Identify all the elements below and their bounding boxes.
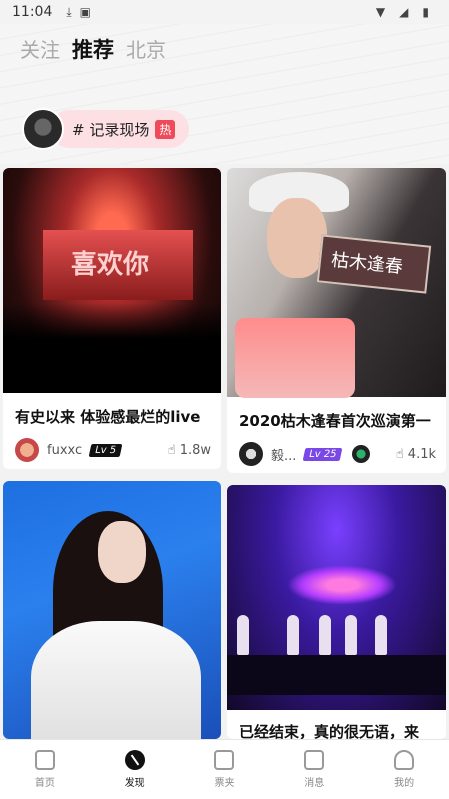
like-count: 4.1k: [407, 446, 436, 462]
topic-avatar: [22, 108, 64, 150]
outfit: [235, 318, 355, 398]
wifi-icon: ▼: [375, 5, 386, 19]
level-badge: Lv 25: [303, 447, 344, 461]
crowd: [3, 303, 221, 393]
feed-tabs: 关注 推荐 北京: [20, 34, 166, 64]
nav-tickets[interactable]: 票夹: [180, 740, 270, 799]
sign: 枯木逢春: [316, 234, 432, 294]
card-meta: 毅... Lv 25 ☝ 4.1k: [239, 442, 436, 466]
stage-light: [287, 565, 397, 605]
hot-badge: 热: [155, 119, 176, 139]
status-bar: 11:04 ⤓ ▣ ▼ ◢ ▮: [0, 0, 449, 24]
profile-icon: [394, 750, 415, 770]
signal-icon: ◢: [399, 5, 409, 19]
card-image: [3, 481, 221, 739]
screen-text: 喜欢你: [71, 250, 150, 280]
card-image: [227, 485, 446, 710]
likes[interactable]: ☝ 4.1k: [396, 447, 436, 462]
compass-icon: [124, 750, 145, 770]
card-title: 有史以来 体验感最烂的live: [15, 408, 201, 426]
card-image: 喜欢你: [3, 168, 221, 393]
level-badge: Lv 5: [88, 443, 123, 457]
tab-beijing[interactable]: 北京: [126, 34, 166, 63]
notification-icon: ▣: [79, 5, 92, 19]
message-icon: [304, 750, 325, 770]
stage-screen: 喜欢你: [43, 230, 193, 300]
nav-messages[interactable]: 消息: [269, 740, 359, 799]
face: [98, 521, 146, 583]
feed-card[interactable]: 枯木逢春 2020枯木逢春首次巡演第一 毅... Lv 25 ☝ 4.1k: [227, 168, 446, 473]
topic-pill[interactable]: # 记录现场 热: [50, 110, 190, 148]
battery-icon: ▮: [422, 5, 429, 19]
username[interactable]: 毅...: [271, 445, 296, 464]
avatar[interactable]: [15, 438, 39, 462]
medal-icon: [351, 445, 370, 463]
feed-card[interactable]: 喜欢你 有史以来 体验感最烂的live fuxxc Lv 5 ☝ 1.8w: [3, 168, 221, 469]
dancer: [345, 615, 357, 655]
card-image: 枯木逢春: [227, 168, 446, 398]
nav-label: 票夹: [214, 778, 235, 789]
dancer: [319, 615, 331, 655]
sign-text: 枯木逢春: [330, 249, 404, 278]
like-icon: ☝: [395, 446, 404, 462]
shirt: [31, 621, 201, 739]
tab-following[interactable]: 关注: [20, 34, 60, 63]
ticket-icon: [214, 750, 235, 770]
likes[interactable]: ☝ 1.8w: [168, 443, 211, 458]
nav-label: 首页: [34, 778, 55, 789]
nav-home[interactable]: 首页: [0, 740, 90, 799]
like-count: 1.8w: [179, 442, 211, 458]
topic-label: # 记录现场: [72, 120, 150, 139]
avatar[interactable]: [239, 442, 263, 466]
home-icon: [34, 750, 55, 770]
card-title: 已经结束，真的很无语，来: [239, 723, 420, 739]
nav-profile[interactable]: 我的: [359, 740, 449, 799]
nav-label: 消息: [304, 778, 325, 789]
feed-card[interactable]: 已经结束，真的很无语，来: [227, 485, 446, 739]
nav-label: 发现: [124, 778, 145, 789]
dancer: [375, 615, 387, 655]
stage: [227, 655, 446, 695]
topic-chip[interactable]: # 记录现场 热: [22, 108, 190, 150]
dancer: [287, 615, 299, 655]
nav-discover[interactable]: 发现: [90, 740, 180, 799]
status-time: 11:04: [12, 4, 53, 20]
card-title: 2020枯木逢春首次巡演第一: [239, 412, 431, 430]
feed-card[interactable]: [3, 481, 221, 739]
nav-label: 我的: [394, 778, 415, 789]
tab-recommend[interactable]: 推荐: [72, 34, 114, 64]
download-icon: ⤓: [66, 4, 72, 19]
bottom-nav: 首页 发现 票夹 消息 我的: [0, 739, 449, 799]
like-icon: ☝: [167, 442, 176, 458]
username[interactable]: fuxxc: [47, 443, 82, 458]
dancer: [237, 615, 249, 655]
card-meta: fuxxc Lv 5 ☝ 1.8w: [15, 438, 211, 462]
